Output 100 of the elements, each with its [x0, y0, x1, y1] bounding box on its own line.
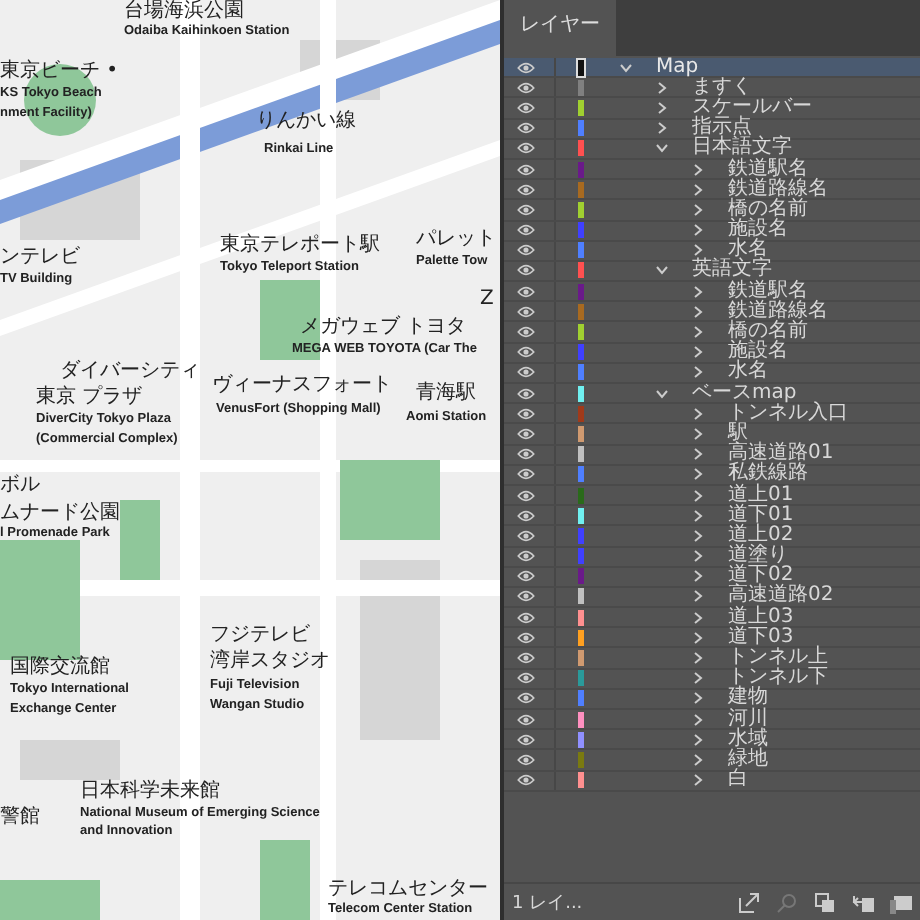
- eye-icon[interactable]: [516, 692, 536, 705]
- chevron-icon[interactable]: [692, 427, 704, 440]
- chevron-icon[interactable]: [692, 407, 704, 420]
- eye-icon[interactable]: [516, 366, 536, 379]
- layer-row[interactable]: 鉄道駅名: [504, 159, 920, 181]
- eye-icon[interactable]: [516, 570, 536, 583]
- layer-row[interactable]: 道下01: [504, 506, 920, 527]
- layer-row[interactable]: 橋の名前: [504, 200, 920, 221]
- layer-row[interactable]: 道上02: [504, 526, 920, 547]
- layer-row[interactable]: 道上03: [504, 608, 920, 629]
- eye-icon[interactable]: [516, 224, 536, 237]
- layer-row[interactable]: 道下03: [504, 628, 920, 649]
- eye-icon[interactable]: [516, 407, 536, 420]
- eye-icon[interactable]: [516, 81, 536, 94]
- chevron-icon[interactable]: [692, 570, 704, 583]
- chevron-icon[interactable]: [692, 468, 704, 481]
- layer-row[interactable]: 英語文字: [504, 261, 920, 283]
- chevron-icon[interactable]: [692, 753, 704, 766]
- layer-row[interactable]: 鉄道路線名: [504, 180, 920, 201]
- layer-row[interactable]: 建物: [504, 689, 920, 710]
- chevron-icon[interactable]: [692, 163, 704, 176]
- eye-icon[interactable]: [516, 509, 536, 522]
- layer-row[interactable]: 水域: [504, 730, 920, 751]
- layer-row[interactable]: 道上01: [504, 485, 920, 507]
- chevron-icon[interactable]: [656, 264, 668, 277]
- layer-row[interactable]: 日本語文字: [504, 139, 920, 160]
- chevron-icon[interactable]: [692, 224, 704, 237]
- chevron-icon[interactable]: [692, 183, 704, 196]
- chevron-icon[interactable]: [656, 122, 668, 135]
- chevron-icon[interactable]: [692, 611, 704, 624]
- layer-row[interactable]: Map: [504, 58, 920, 79]
- eye-icon[interactable]: [516, 713, 536, 726]
- layers-tab[interactable]: レイヤー: [504, 0, 616, 56]
- new-layer-icon[interactable]: [890, 891, 912, 913]
- chevron-icon[interactable]: [692, 672, 704, 685]
- chevron-icon[interactable]: [656, 81, 668, 94]
- eye-icon[interactable]: [516, 529, 536, 542]
- layer-row[interactable]: 鉄道駅名: [504, 282, 920, 303]
- chevron-icon[interactable]: [692, 346, 704, 359]
- chevron-icon[interactable]: [692, 489, 704, 502]
- export-icon[interactable]: [738, 891, 760, 913]
- layer-row[interactable]: 白: [504, 771, 920, 792]
- chevron-icon[interactable]: [692, 550, 704, 563]
- chevron-icon[interactable]: [656, 387, 668, 400]
- collect-icon[interactable]: [814, 891, 836, 913]
- chevron-icon[interactable]: [692, 529, 704, 542]
- layer-row[interactable]: ベースmap: [504, 384, 920, 405]
- eye-icon[interactable]: [516, 183, 536, 196]
- eye-icon[interactable]: [516, 101, 536, 114]
- eye-icon[interactable]: [516, 285, 536, 298]
- eye-icon[interactable]: [516, 244, 536, 257]
- chevron-icon[interactable]: [692, 713, 704, 726]
- chevron-icon[interactable]: [692, 448, 704, 461]
- layer-row[interactable]: 私鉄線路: [504, 465, 920, 486]
- eye-icon[interactable]: [516, 305, 536, 318]
- layer-row[interactable]: 緑地: [504, 750, 920, 772]
- chevron-icon[interactable]: [692, 733, 704, 746]
- eye-icon[interactable]: [516, 652, 536, 665]
- chevron-icon[interactable]: [692, 509, 704, 522]
- chevron-icon[interactable]: [692, 203, 704, 216]
- chevron-icon[interactable]: [692, 326, 704, 339]
- eye-icon[interactable]: [516, 753, 536, 766]
- eye-icon[interactable]: [516, 163, 536, 176]
- eye-icon[interactable]: [516, 774, 536, 787]
- eye-icon[interactable]: [516, 468, 536, 481]
- eye-icon[interactable]: [516, 590, 536, 603]
- eye-icon[interactable]: [516, 264, 536, 277]
- layer-row[interactable]: トンネル上: [504, 648, 920, 670]
- chevron-icon[interactable]: [692, 244, 704, 257]
- eye-icon[interactable]: [516, 672, 536, 685]
- eye-icon[interactable]: [516, 448, 536, 461]
- eye-icon[interactable]: [516, 122, 536, 135]
- eye-icon[interactable]: [516, 611, 536, 624]
- chevron-icon[interactable]: [692, 285, 704, 298]
- eye-icon[interactable]: [516, 61, 536, 74]
- layer-row[interactable]: 鉄道路線名: [504, 302, 920, 323]
- chevron-icon[interactable]: [692, 652, 704, 665]
- eye-icon[interactable]: [516, 733, 536, 746]
- eye-icon[interactable]: [516, 346, 536, 359]
- chevron-icon[interactable]: [692, 590, 704, 603]
- layer-row[interactable]: トンネル入口: [504, 404, 920, 425]
- chevron-icon[interactable]: [656, 101, 668, 114]
- chevron-icon[interactable]: [692, 774, 704, 787]
- layer-row[interactable]: 河川: [504, 710, 920, 731]
- layer-row[interactable]: 高速道路02: [504, 587, 920, 609]
- chevron-icon[interactable]: [692, 305, 704, 318]
- eye-icon[interactable]: [516, 427, 536, 440]
- eye-icon[interactable]: [516, 489, 536, 502]
- layer-row[interactable]: ますく: [504, 78, 920, 99]
- chevron-icon[interactable]: [692, 692, 704, 705]
- eye-icon[interactable]: [516, 142, 536, 155]
- chevron-icon[interactable]: [620, 61, 632, 74]
- eye-icon[interactable]: [516, 326, 536, 339]
- chevron-icon[interactable]: [692, 366, 704, 379]
- layer-row[interactable]: 水名: [504, 363, 920, 384]
- eye-icon[interactable]: [516, 550, 536, 563]
- chevron-icon[interactable]: [656, 142, 668, 155]
- eye-icon[interactable]: [516, 631, 536, 644]
- eye-icon[interactable]: [516, 203, 536, 216]
- chevron-icon[interactable]: [692, 631, 704, 644]
